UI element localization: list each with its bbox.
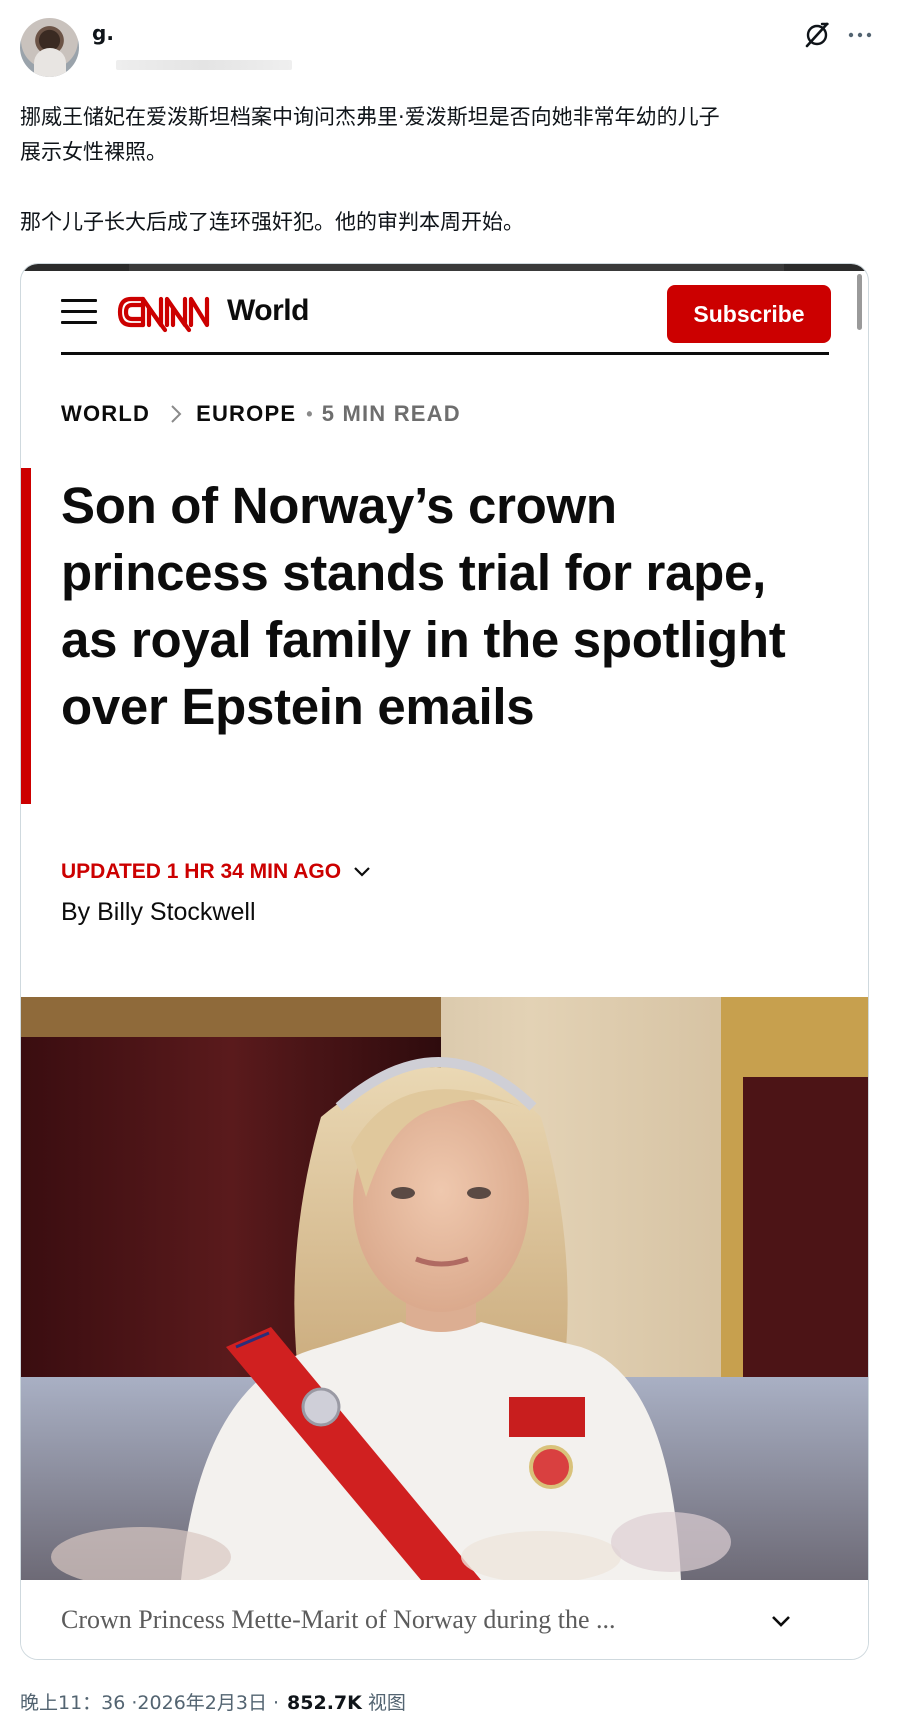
breadcrumb: WORLD EUROPE • 5 MIN READ: [61, 400, 461, 428]
header-divider: [61, 352, 829, 355]
hamburger-menu-icon[interactable]: [61, 296, 97, 326]
section-name[interactable]: World: [227, 294, 309, 328]
article-card[interactable]: World Subscribe WORLD EUROPE • 5 MIN REA…: [20, 263, 869, 1660]
byline[interactable]: By Billy Stockwell: [61, 898, 256, 927]
chevron-right-icon: [170, 404, 182, 424]
tweet-text-line: 展示女性裸照。: [20, 140, 167, 164]
separator-dot: •: [306, 403, 314, 424]
headline: Son of Norway’s crown princess stands tr…: [61, 477, 786, 735]
views-label: 视图: [367, 1692, 406, 1714]
avatar[interactable]: [20, 18, 79, 77]
views-count: 852.7K: [287, 1692, 362, 1714]
tweet-text-line: 挪威王储妃在爱泼斯坦档案中询问杰弗里·爱泼斯坦是否向她非常年幼的儿子: [20, 105, 720, 129]
more-icon[interactable]: [845, 20, 875, 50]
photo-caption: Crown Princess Mette-Marit of Norway dur…: [61, 1605, 616, 1634]
redacted-handle: [116, 60, 292, 70]
browser-top-bar: [21, 264, 868, 271]
timestamp-row: UPDATED 1 HR 34 MIN AGO: [61, 860, 371, 884]
caption-row[interactable]: Crown Princess Mette-Marit of Norway dur…: [21, 1580, 868, 1659]
read-time: 5 MIN READ: [321, 401, 461, 426]
author-name[interactable]: g.: [92, 21, 114, 45]
breadcrumb-world[interactable]: WORLD: [61, 401, 150, 427]
chevron-down-icon[interactable]: [767, 1607, 795, 1635]
updated-timestamp: UPDATED 1 HR 34 MIN AGO: [61, 860, 342, 883]
headline-accent-bar: [21, 468, 31, 804]
subscribe-button[interactable]: Subscribe: [667, 285, 831, 343]
hero-photo[interactable]: [21, 997, 869, 1580]
tweet-header: g.: [20, 18, 880, 88]
tweet-timestamp[interactable]: 晚上11：36 ·2026年2月3日 ·: [20, 1688, 279, 1715]
scrollbar[interactable]: [857, 274, 862, 330]
tweet-text-line: 那个儿子长大后成了连环强奸犯。他的审判本周开始。: [20, 210, 524, 234]
breadcrumb-europe[interactable]: EUROPE: [196, 401, 296, 427]
cnn-header: World Subscribe: [61, 280, 849, 355]
tweet-text: 挪威王储妃在爱泼斯坦档案中询问杰弗里·爱泼斯坦是否向她非常年幼的儿子 展示女性裸…: [20, 100, 880, 240]
tweet-meta: 晚上11：36 ·2026年2月3日 · 852.7K 视图: [20, 1688, 406, 1715]
grok-icon[interactable]: [802, 20, 832, 50]
cnn-logo[interactable]: [115, 290, 211, 334]
chevron-down-icon[interactable]: [353, 866, 371, 878]
